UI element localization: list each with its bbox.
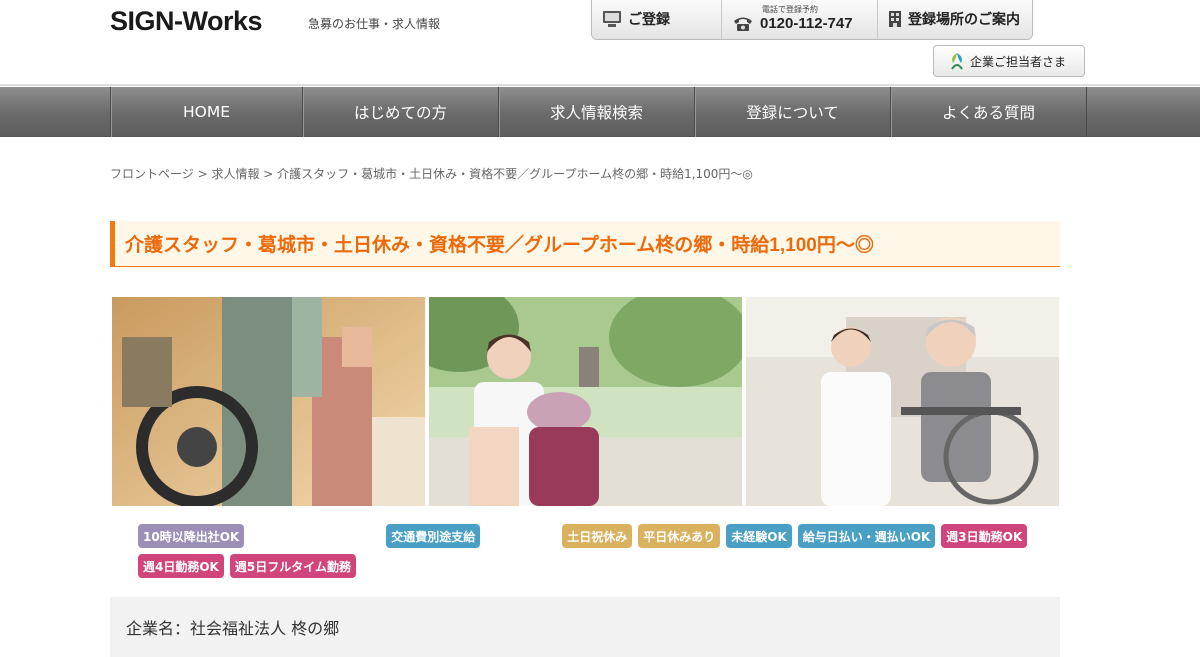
breadcrumb-separator: > bbox=[259, 167, 278, 181]
tag-badge[interactable]: 10時以降出社OK bbox=[138, 524, 245, 548]
tag-badge[interactable]: 週5日フルタイム勤務 bbox=[229, 554, 356, 578]
photo-caregiver-park-wheelchair bbox=[429, 297, 742, 506]
photo-caregiver-wheelchair-transfer bbox=[112, 297, 425, 506]
building-icon bbox=[888, 10, 902, 28]
locations-button[interactable]: 登録場所のご案内 bbox=[878, 0, 1032, 39]
nav-item-registration[interactable]: 登録について bbox=[695, 87, 891, 137]
phone-icon bbox=[732, 15, 754, 33]
job-tags: 10時以降出社OK 交通費別途支給 土日祝休み 平日休みあり 未経験OK 給与日… bbox=[138, 524, 1058, 584]
job-photo-gallery bbox=[112, 297, 1059, 506]
global-nav: HOME はじめての方 求人情報検索 登録について よくある質問 bbox=[0, 87, 1200, 137]
nav-item-first-time[interactable]: はじめての方 bbox=[303, 87, 499, 137]
tel-caption: 電話で登録予約 bbox=[762, 5, 818, 14]
job-title: 介護スタッフ・葛城市・土日休み・資格不要／グループホーム柊の郷・時給1,100円… bbox=[125, 235, 874, 256]
tag-badge[interactable]: 週3日勤務OK bbox=[941, 524, 1028, 548]
tag-row: 週4日勤務OK 週5日フルタイム勤務 bbox=[138, 554, 1058, 578]
locations-button-label: 登録場所のご案内 bbox=[908, 12, 1020, 28]
register-button[interactable]: ご登録 bbox=[592, 0, 722, 39]
nav-item-job-search[interactable]: 求人情報検索 bbox=[499, 87, 695, 137]
tel-number-row: 0120-112-747 bbox=[732, 15, 853, 33]
photo-caregiver-smiling-senior-wheelchair bbox=[746, 297, 1059, 506]
tag-badge[interactable]: 交通費別途支給 bbox=[386, 524, 481, 548]
tag-badge[interactable]: 給与日払い・週払いOK bbox=[797, 524, 936, 548]
corporate-contact-label: 企業ご担当者さま bbox=[970, 54, 1067, 69]
site-logo[interactable]: SIGN-Works bbox=[110, 6, 263, 37]
nav-item-faq[interactable]: よくある質問 bbox=[891, 87, 1087, 137]
site-header: SIGN-Works 急募のお仕事・求人情報 ご登録 電話で登録予約 0120-… bbox=[0, 0, 1200, 86]
breadcrumb-current: 介護スタッフ・葛城市・土日休み・資格不要／グループホーム柊の郷・時給1,100円… bbox=[277, 167, 753, 181]
breadcrumb: フロントページ > 求人情報 > 介護スタッフ・葛城市・土日休み・資格不要／グル… bbox=[110, 165, 753, 182]
tag-badge[interactable]: 未経験OK bbox=[726, 524, 792, 548]
leaf-logo-icon bbox=[948, 51, 966, 71]
tag-badge[interactable]: 土日祝休み bbox=[562, 524, 633, 548]
breadcrumb-jobs[interactable]: 求人情報 bbox=[211, 167, 259, 181]
tag-badge[interactable]: 週4日勤務OK bbox=[138, 554, 224, 578]
breadcrumb-separator: > bbox=[193, 167, 212, 181]
site-tagline: 急募のお仕事・求人情報 bbox=[308, 17, 441, 31]
company-info-box: 企業名：社会福祉法人 柊の郷 bbox=[110, 597, 1060, 657]
computer-icon bbox=[602, 10, 622, 28]
nav-item-home[interactable]: HOME bbox=[111, 87, 303, 137]
tel-button[interactable]: 電話で登録予約 0120-112-747 bbox=[722, 0, 878, 39]
tag-badge[interactable]: 平日休みあり bbox=[638, 524, 721, 548]
header-button-group: ご登録 電話で登録予約 0120-112-747 登録場所のご案内 bbox=[591, 0, 1033, 40]
company-name: 企業名：社会福祉法人 柊の郷 bbox=[126, 619, 340, 638]
tel-number: 0120-112-747 bbox=[760, 15, 853, 32]
breadcrumb-front-page[interactable]: フロントページ bbox=[110, 167, 194, 181]
tag-row: 10時以降出社OK 交通費別途支給 土日祝休み 平日休みあり 未経験OK 給与日… bbox=[138, 524, 1058, 548]
job-title-box: 介護スタッフ・葛城市・土日休み・資格不要／グループホーム柊の郷・時給1,100円… bbox=[110, 221, 1060, 267]
register-button-label: ご登録 bbox=[628, 12, 670, 28]
corporate-contact-button[interactable]: 企業ご担当者さま bbox=[933, 45, 1085, 77]
